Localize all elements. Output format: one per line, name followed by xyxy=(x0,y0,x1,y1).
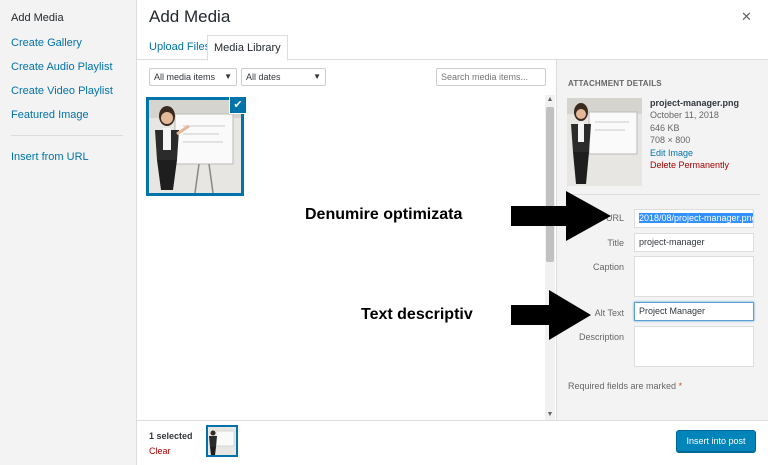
arrow-alt-icon xyxy=(511,290,591,340)
menu-item-create-video-playlist[interactable]: Create Video Playlist xyxy=(11,85,113,97)
frame-title: Add Media xyxy=(149,7,231,26)
required-note-text: Required fields are marked xyxy=(568,381,677,391)
url-field-value: 2018/08/project-manager.png xyxy=(639,213,753,223)
chevron-down-icon: ▼ xyxy=(313,72,321,81)
media-frame-menu: Add Media Create Gallery Create Audio Pl… xyxy=(0,0,137,465)
required-star: * xyxy=(678,381,683,391)
search-media-input[interactable] xyxy=(436,68,546,86)
chevron-down-icon: ▼ xyxy=(224,72,232,81)
router-tabs: Upload Files Media Library xyxy=(137,35,768,61)
url-field[interactable]: 2018/08/project-manager.png xyxy=(634,209,754,228)
scroll-up-icon[interactable]: ▲ xyxy=(545,95,555,105)
media-type-filter[interactable]: All media items ▼ xyxy=(149,68,237,86)
attachment-filesize: 646 KB xyxy=(650,123,680,133)
scroll-down-icon[interactable]: ▼ xyxy=(545,410,555,420)
menu-item-add-media[interactable]: Add Media xyxy=(11,12,64,24)
title-field[interactable]: project-manager xyxy=(634,233,754,252)
attachment-preview xyxy=(567,98,642,186)
edit-image-link[interactable]: Edit Image xyxy=(650,148,693,158)
selection-thumbnail-image xyxy=(208,427,236,455)
close-icon[interactable]: ✕ xyxy=(741,9,752,25)
arrow-url-icon xyxy=(511,191,611,241)
annotation-url: Denumire optimizata xyxy=(305,206,463,223)
delete-permanently-link[interactable]: Delete Permanently xyxy=(650,160,729,170)
attachment-dimensions: 708 × 800 xyxy=(650,135,691,145)
selection-thumbnail[interactable] xyxy=(206,425,238,457)
project-manager-image xyxy=(149,100,241,193)
clear-selection-link[interactable]: Clear xyxy=(149,446,171,456)
date-filter-value: All dates xyxy=(246,72,281,82)
project-manager-preview-image xyxy=(567,98,642,186)
date-filter[interactable]: All dates ▼ xyxy=(241,68,326,86)
attachment-date: October 11, 2018 xyxy=(650,110,719,120)
attachments-scrollbar[interactable]: ▲ ▼ xyxy=(545,95,555,420)
annotation-alt: Text descriptiv xyxy=(361,306,473,323)
check-icon[interactable]: ✔ xyxy=(229,96,247,114)
caption-label: Caption xyxy=(592,262,624,272)
attachment-details-heading: Attachment Details xyxy=(568,79,662,88)
menu-item-insert-from-url[interactable]: Insert from URL xyxy=(11,151,89,163)
menu-item-create-audio-playlist[interactable]: Create Audio Playlist xyxy=(11,61,113,73)
description-textarea[interactable] xyxy=(634,326,754,367)
tab-upload-files[interactable]: Upload Files xyxy=(143,35,216,60)
media-type-filter-value: All media items xyxy=(154,72,216,82)
attachment-filename: project-manager.png xyxy=(650,98,740,108)
insert-into-post-button[interactable]: Insert into post xyxy=(676,430,756,452)
alt-text-field[interactable]: Project Manager xyxy=(634,302,754,321)
selection-count: 1 selected xyxy=(149,431,193,441)
menu-item-featured-image[interactable]: Featured Image xyxy=(11,109,89,121)
tab-media-library[interactable]: Media Library xyxy=(207,35,288,61)
menu-item-create-gallery[interactable]: Create Gallery xyxy=(11,37,82,49)
caption-textarea[interactable] xyxy=(634,256,754,297)
menu-separator xyxy=(11,135,123,136)
required-note: Required fields are marked * xyxy=(568,381,682,391)
